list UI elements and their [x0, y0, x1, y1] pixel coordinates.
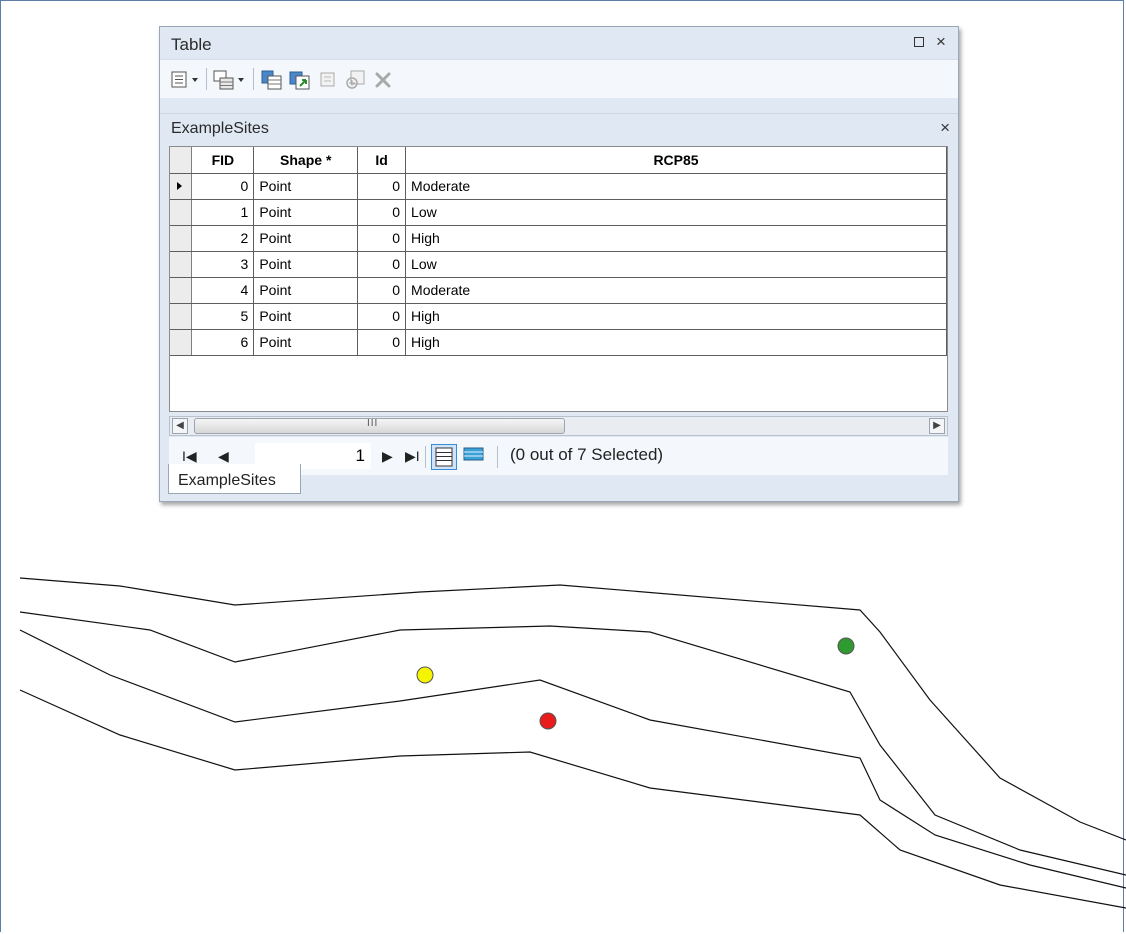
- switch-selection-icon[interactable]: [288, 69, 312, 91]
- table-row[interactable]: 5 Point 0 High: [170, 303, 947, 330]
- table-tab-strip: ExampleSites: [160, 464, 958, 501]
- window-title: Table: [171, 35, 212, 54]
- delete-selected-icon[interactable]: [372, 69, 394, 91]
- show-all-records-icon[interactable]: [431, 444, 457, 470]
- row-selector[interactable]: [170, 277, 193, 304]
- cell-shape[interactable]: Point: [253, 173, 359, 200]
- map-point-moderate[interactable]: [416, 666, 434, 684]
- cell-shape[interactable]: Point: [253, 277, 359, 304]
- row-selector[interactable]: [170, 329, 193, 356]
- cell-fid[interactable]: 5: [191, 303, 255, 330]
- row-selector[interactable]: [170, 199, 193, 226]
- map-line: [19, 689, 1126, 909]
- map-line: [19, 577, 1126, 841]
- map-point-low[interactable]: [837, 637, 855, 655]
- attribute-table-grid: FID Shape * Id RCP85 0 Point 0 Moderate …: [169, 146, 948, 412]
- cell-id[interactable]: 0: [357, 225, 407, 252]
- cell-id[interactable]: 0: [357, 329, 407, 356]
- select-all-corner[interactable]: [170, 147, 193, 174]
- cell-fid[interactable]: 3: [191, 251, 255, 278]
- related-tables-icon[interactable]: [212, 69, 248, 91]
- cell-shape[interactable]: Point: [253, 329, 359, 356]
- cell-rcp85[interactable]: High: [405, 225, 947, 252]
- table-window: Table × ExampleSites × FID Shape * Id RC…: [159, 26, 959, 502]
- table-row[interactable]: 0 Point 0 Moderate: [170, 173, 947, 200]
- cell-shape[interactable]: Point: [253, 251, 359, 278]
- row-selector[interactable]: [170, 303, 193, 330]
- clear-selection-icon[interactable]: [318, 69, 340, 91]
- map-line: [19, 629, 1126, 889]
- scroll-right-icon[interactable]: ▶: [929, 418, 945, 434]
- scroll-grip: III: [367, 418, 379, 429]
- window-titlebar[interactable]: Table ×: [160, 27, 958, 59]
- selection-status: (0 out of 7 Selected): [510, 445, 664, 464]
- next-record-button[interactable]: ▶: [382, 448, 393, 465]
- map-point-high[interactable]: [539, 712, 557, 730]
- table-row[interactable]: 4 Point 0 Moderate: [170, 277, 947, 304]
- column-header-fid[interactable]: FID: [191, 147, 255, 174]
- table-header-row: FID Shape * Id RCP85: [170, 147, 947, 174]
- first-record-button[interactable]: I◀: [182, 448, 197, 465]
- table-row[interactable]: 1 Point 0 Low: [170, 199, 947, 226]
- last-record-button[interactable]: ▶I: [405, 448, 420, 465]
- table-view-header: ExampleSites ×: [160, 113, 958, 144]
- window-close-button[interactable]: ×: [932, 33, 950, 51]
- cell-rcp85[interactable]: Low: [405, 251, 947, 278]
- toolbar-separator: [206, 68, 207, 90]
- cell-fid[interactable]: 2: [191, 225, 255, 252]
- attribute-table: FID Shape * Id RCP85 0 Point 0 Moderate …: [170, 147, 947, 356]
- cell-rcp85[interactable]: High: [405, 303, 947, 330]
- cell-rcp85[interactable]: Moderate: [405, 173, 947, 200]
- cell-fid[interactable]: 6: [191, 329, 255, 356]
- scroll-thumb[interactable]: III: [194, 418, 565, 434]
- nav-separator: [425, 446, 426, 468]
- column-header-id[interactable]: Id: [357, 147, 407, 174]
- column-header-rcp85[interactable]: RCP85: [405, 147, 947, 174]
- select-by-attributes-icon[interactable]: [260, 69, 284, 91]
- row-selector[interactable]: [170, 225, 193, 252]
- maximize-icon[interactable]: [910, 33, 928, 51]
- table-row[interactable]: 6 Point 0 High: [170, 329, 947, 356]
- cell-fid[interactable]: 0: [191, 173, 255, 200]
- show-selected-records-icon[interactable]: [461, 444, 487, 470]
- cell-id[interactable]: 0: [357, 277, 407, 304]
- current-row-arrow-icon: [177, 182, 182, 190]
- zoom-to-selected-icon[interactable]: [344, 69, 368, 91]
- table-row[interactable]: 2 Point 0 High: [170, 225, 947, 252]
- table-toolbar: [160, 59, 958, 98]
- horizontal-scrollbar[interactable]: ◀ III ▶: [169, 416, 948, 436]
- cell-id[interactable]: 0: [357, 199, 407, 226]
- map-line-features: [19, 577, 1126, 909]
- cell-shape[interactable]: Point: [253, 199, 359, 226]
- cell-id[interactable]: 0: [357, 303, 407, 330]
- cell-fid[interactable]: 4: [191, 277, 255, 304]
- cell-shape[interactable]: Point: [253, 303, 359, 330]
- cell-fid[interactable]: 1: [191, 199, 255, 226]
- map-line: [19, 611, 1126, 876]
- row-selector[interactable]: [170, 251, 193, 278]
- cell-shape[interactable]: Point: [253, 225, 359, 252]
- row-selector[interactable]: [170, 173, 193, 200]
- toolbar-separator: [253, 68, 254, 90]
- cell-rcp85[interactable]: Low: [405, 199, 947, 226]
- cell-rcp85[interactable]: High: [405, 329, 947, 356]
- nav-separator: [497, 446, 498, 468]
- table-options-icon[interactable]: [171, 69, 201, 91]
- cell-rcp85[interactable]: Moderate: [405, 277, 947, 304]
- table-view-title: ExampleSites: [171, 120, 269, 137]
- scroll-left-icon[interactable]: ◀: [172, 418, 188, 434]
- map-view[interactable]: [0, 560, 1126, 934]
- tab-examplesites[interactable]: ExampleSites: [168, 464, 301, 494]
- table-view-close-button[interactable]: ×: [940, 118, 950, 138]
- column-header-shape[interactable]: Shape *: [253, 147, 359, 174]
- cell-id[interactable]: 0: [357, 251, 407, 278]
- table-row[interactable]: 3 Point 0 Low: [170, 251, 947, 278]
- cell-id[interactable]: 0: [357, 173, 407, 200]
- previous-record-button[interactable]: ◀: [218, 448, 229, 465]
